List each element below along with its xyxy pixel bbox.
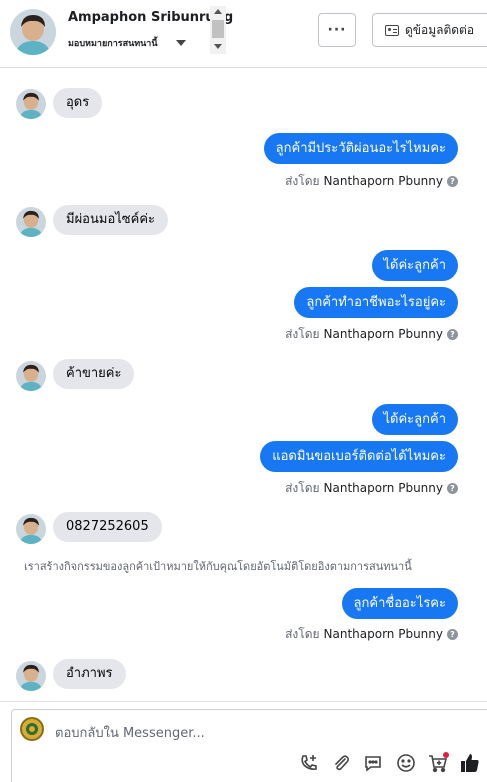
sent-by-prefix: ส่งโดย xyxy=(285,480,320,495)
incoming-message[interactable]: 0827252605 xyxy=(53,512,162,542)
sent-by-prefix: ส่งโดย xyxy=(285,173,320,188)
info-icon[interactable]: ? xyxy=(447,175,458,187)
chevron-down-icon[interactable] xyxy=(176,40,186,46)
info-icon[interactable]: ? xyxy=(447,482,458,494)
view-contact-label: ดูข้อมูลติดต่อ xyxy=(405,22,475,37)
incoming-message[interactable]: อุดร xyxy=(53,88,103,118)
sent-by-prefix: ส่งโดย xyxy=(285,626,320,641)
sent-by-agent[interactable]: Nanthaporn Pbunny xyxy=(324,174,443,188)
emoji-icon[interactable] xyxy=(395,752,417,774)
customer-avatar-small xyxy=(16,207,46,237)
outgoing-message[interactable]: ลูกค้าทำอาชีพอะไรอยู่คะ xyxy=(294,287,458,318)
composer-divider xyxy=(0,701,487,702)
contact-card-icon xyxy=(385,24,399,36)
header-scrollbar[interactable] xyxy=(210,6,226,54)
sent-by-prefix: ส่งโดย xyxy=(285,326,320,341)
info-icon[interactable]: ? xyxy=(447,628,458,640)
more-button[interactable]: ··· xyxy=(318,13,356,47)
scroll-up-icon[interactable] xyxy=(214,9,222,14)
add-call-icon[interactable] xyxy=(298,752,320,774)
incoming-message[interactable]: อำภาพร xyxy=(53,659,126,689)
cart-icon[interactable] xyxy=(427,752,449,774)
sent-by-label: ส่งโดย Nanthaporn Pbunny ? xyxy=(285,173,458,189)
customer-avatar[interactable] xyxy=(10,9,56,55)
reply-input[interactable]: ตอบกลับใน Messenger... xyxy=(55,722,205,743)
system-note: เราสร้างกิจกรรมของลูกค้าเป้าหมายให้กับคุ… xyxy=(24,560,412,573)
customer-avatar-small xyxy=(16,514,46,544)
sent-by-label: ส่งโดย Nanthaporn Pbunny ? xyxy=(285,626,458,642)
customer-avatar-small xyxy=(16,89,46,119)
sent-by-label: ส่งโดย Nanthaporn Pbunny ? xyxy=(285,480,458,496)
sent-by-agent[interactable]: Nanthaporn Pbunny xyxy=(324,627,443,641)
incoming-message[interactable]: มีผ่อนมอไซค์ค่ะ xyxy=(53,205,168,235)
sent-by-label: ส่งโดย Nanthaporn Pbunny ? xyxy=(285,326,458,342)
saved-reply-icon[interactable] xyxy=(362,752,384,774)
customer-avatar-small xyxy=(16,361,46,391)
more-icon: ··· xyxy=(327,22,347,38)
like-icon[interactable] xyxy=(459,752,481,774)
attachment-icon[interactable] xyxy=(330,752,352,774)
incoming-message[interactable]: ค้าขายค่ะ xyxy=(53,359,135,389)
sent-by-agent[interactable]: Nanthaporn Pbunny xyxy=(324,481,443,495)
outgoing-message[interactable]: ได้ค่ะลูกค้า xyxy=(371,404,458,435)
page-logo-icon xyxy=(20,717,44,741)
assign-conversation-link[interactable]: มอบหมายการสนทนานี้ xyxy=(68,36,158,50)
sent-by-agent[interactable]: Nanthaporn Pbunny xyxy=(324,327,443,341)
outgoing-message[interactable]: ลูกค้าชื่ออะไรคะ xyxy=(341,588,458,619)
conversation-header: Ampaphon Sribunrung มอบหมายการสนทนานี้ ·… xyxy=(0,0,487,68)
info-icon[interactable]: ? xyxy=(447,328,458,340)
view-contact-button[interactable]: ดูข้อมูลติดต่อ xyxy=(372,13,487,47)
outgoing-message[interactable]: ได้ค่ะลูกค้า xyxy=(371,250,458,281)
outgoing-message[interactable]: แอดมินขอเบอร์ติดต่อได้ไหมคะ xyxy=(260,441,458,472)
scroll-down-icon[interactable] xyxy=(214,44,222,49)
customer-name[interactable]: Ampaphon Sribunrung xyxy=(68,10,233,25)
customer-avatar-small xyxy=(16,661,46,691)
scrollbar-thumb[interactable] xyxy=(212,20,224,38)
outgoing-message[interactable]: ลูกค้ามีประวัติผ่อนอะไรไหมคะ xyxy=(263,133,458,164)
